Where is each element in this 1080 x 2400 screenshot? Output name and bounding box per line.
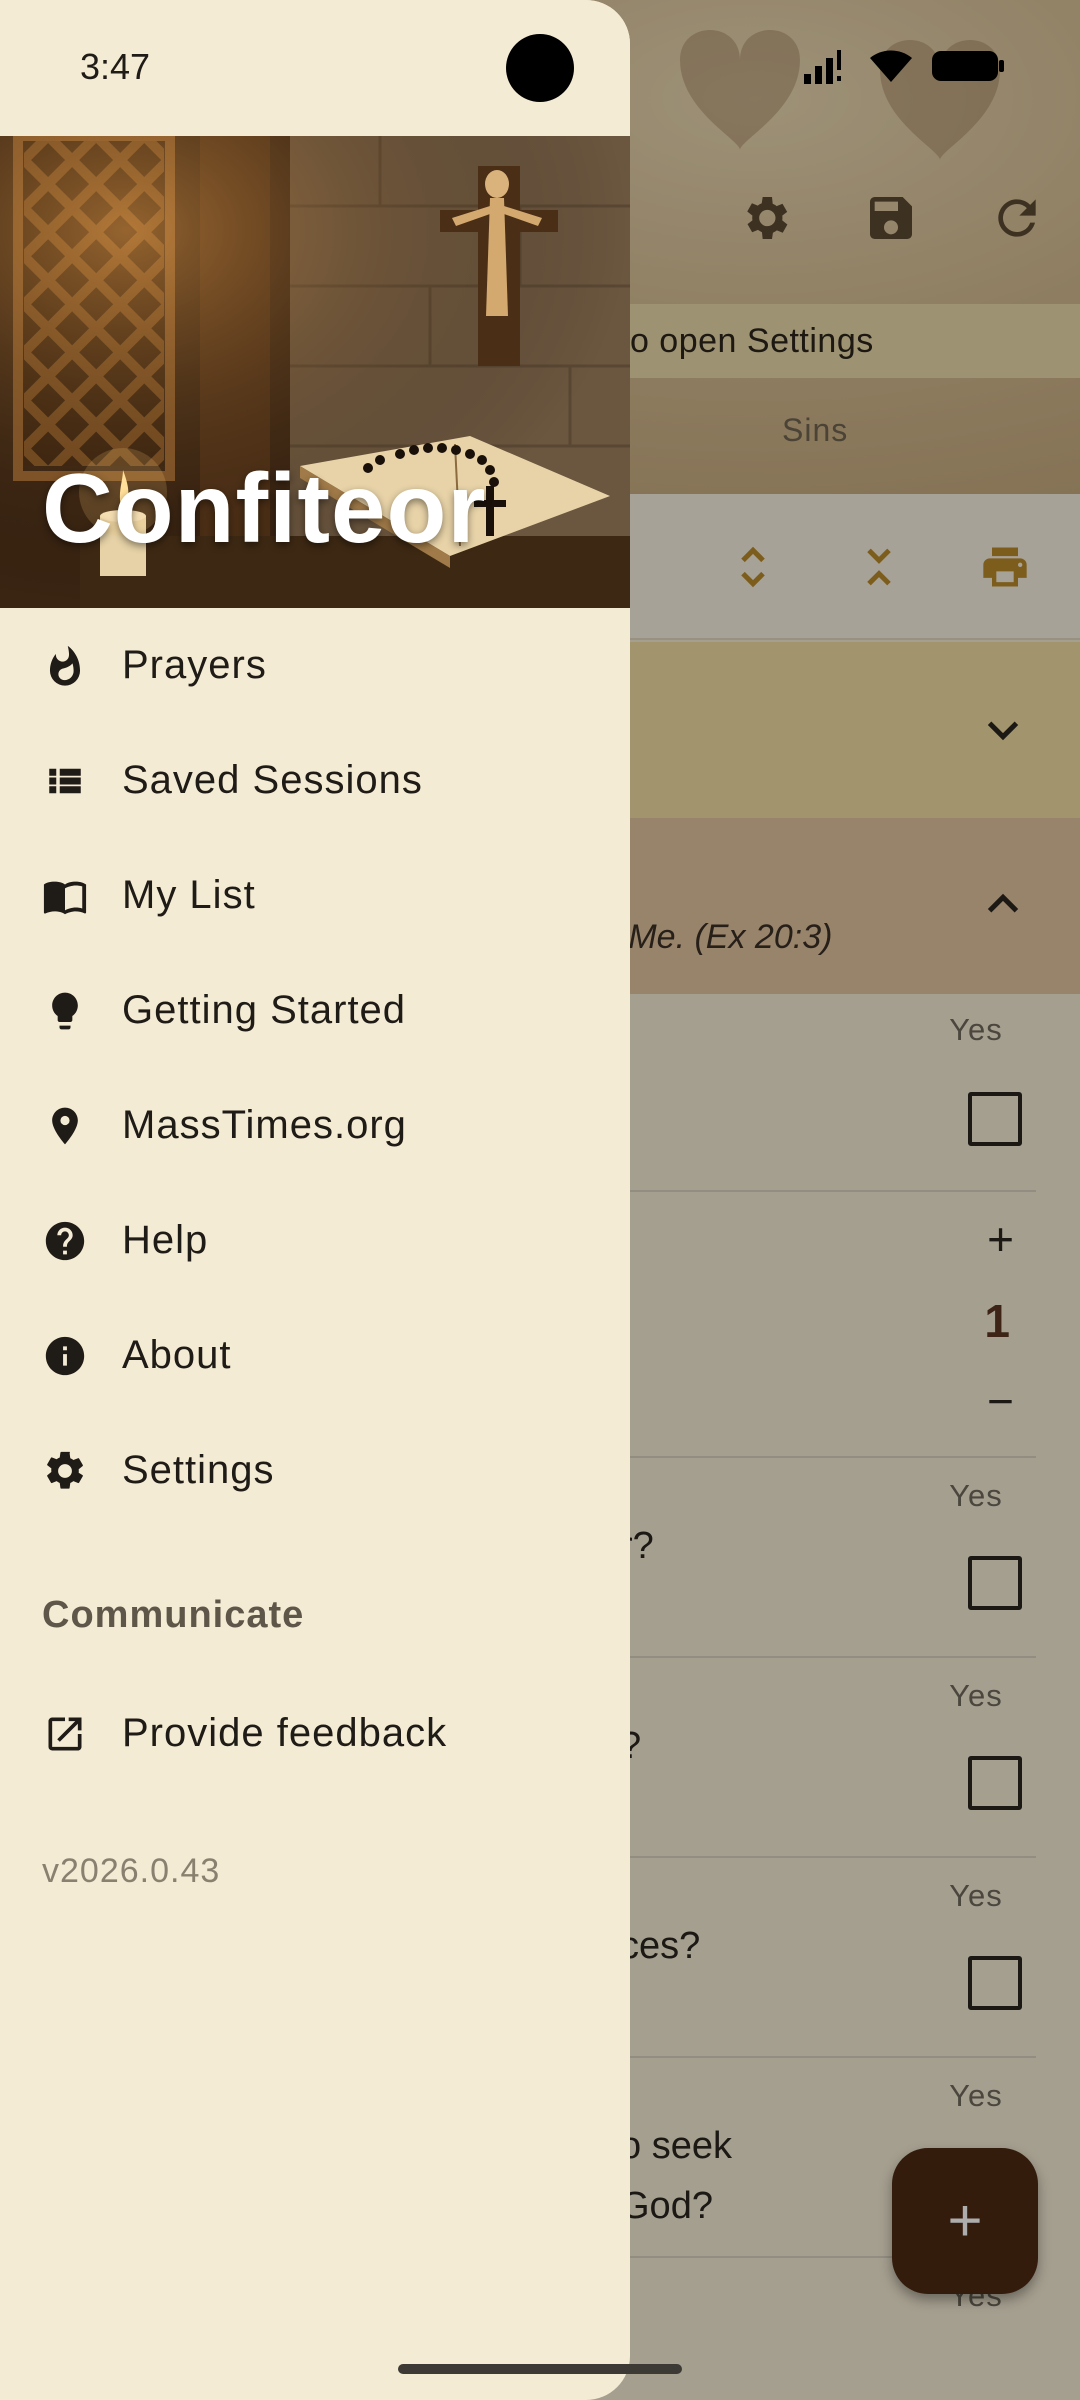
menu-item-prayers[interactable]: Prayers	[0, 608, 630, 723]
menu-item-label: My List	[122, 873, 256, 917]
menu-item-getting-started[interactable]: Getting Started	[0, 953, 630, 1068]
info-icon	[40, 1331, 90, 1381]
gear-icon	[40, 1446, 90, 1496]
status-bar: 3:47	[0, 0, 630, 136]
menu-item-label: Help	[122, 1218, 209, 1262]
flame-icon	[40, 641, 90, 691]
navigation-drawer: 3:47 Confiteor Prayers Saved Sessions My…	[0, 0, 630, 2400]
menu-item-my-list[interactable]: My List	[0, 838, 630, 953]
open-external-icon	[40, 1709, 90, 1759]
book-icon	[40, 871, 90, 921]
menu-item-label: Provide feedback	[122, 1711, 448, 1755]
app-version: v2026.0.43	[42, 1852, 221, 1890]
menu-item-about[interactable]: About	[0, 1298, 630, 1413]
menu-item-label: About	[122, 1333, 232, 1377]
app-title: Confiteor	[42, 453, 487, 563]
lightbulb-icon	[40, 986, 90, 1036]
menu-item-label: MassTimes.org	[122, 1103, 407, 1147]
list-icon	[40, 756, 90, 806]
menu-item-label: Getting Started	[122, 988, 407, 1032]
menu-item-label: Prayers	[122, 643, 267, 687]
camera-cutout	[506, 34, 574, 102]
menu-item-provide-feedback[interactable]: Provide feedback	[0, 1676, 630, 1791]
menu-item-help[interactable]: Help	[0, 1183, 630, 1298]
section-header-communicate: Communicate	[42, 1594, 305, 1636]
home-indicator[interactable]	[398, 2364, 682, 2374]
menu-item-label: Saved Sessions	[122, 758, 423, 802]
status-time: 3:47	[80, 46, 151, 87]
menu-item-label: Settings	[122, 1448, 275, 1492]
menu-item-masstimes[interactable]: MassTimes.org	[0, 1068, 630, 1183]
help-icon	[40, 1216, 90, 1266]
menu-item-saved-sessions[interactable]: Saved Sessions	[0, 723, 630, 838]
drawer-header-image: Confiteor	[0, 136, 630, 608]
menu-item-settings[interactable]: Settings	[0, 1413, 630, 1528]
location-pin-icon	[40, 1101, 90, 1151]
